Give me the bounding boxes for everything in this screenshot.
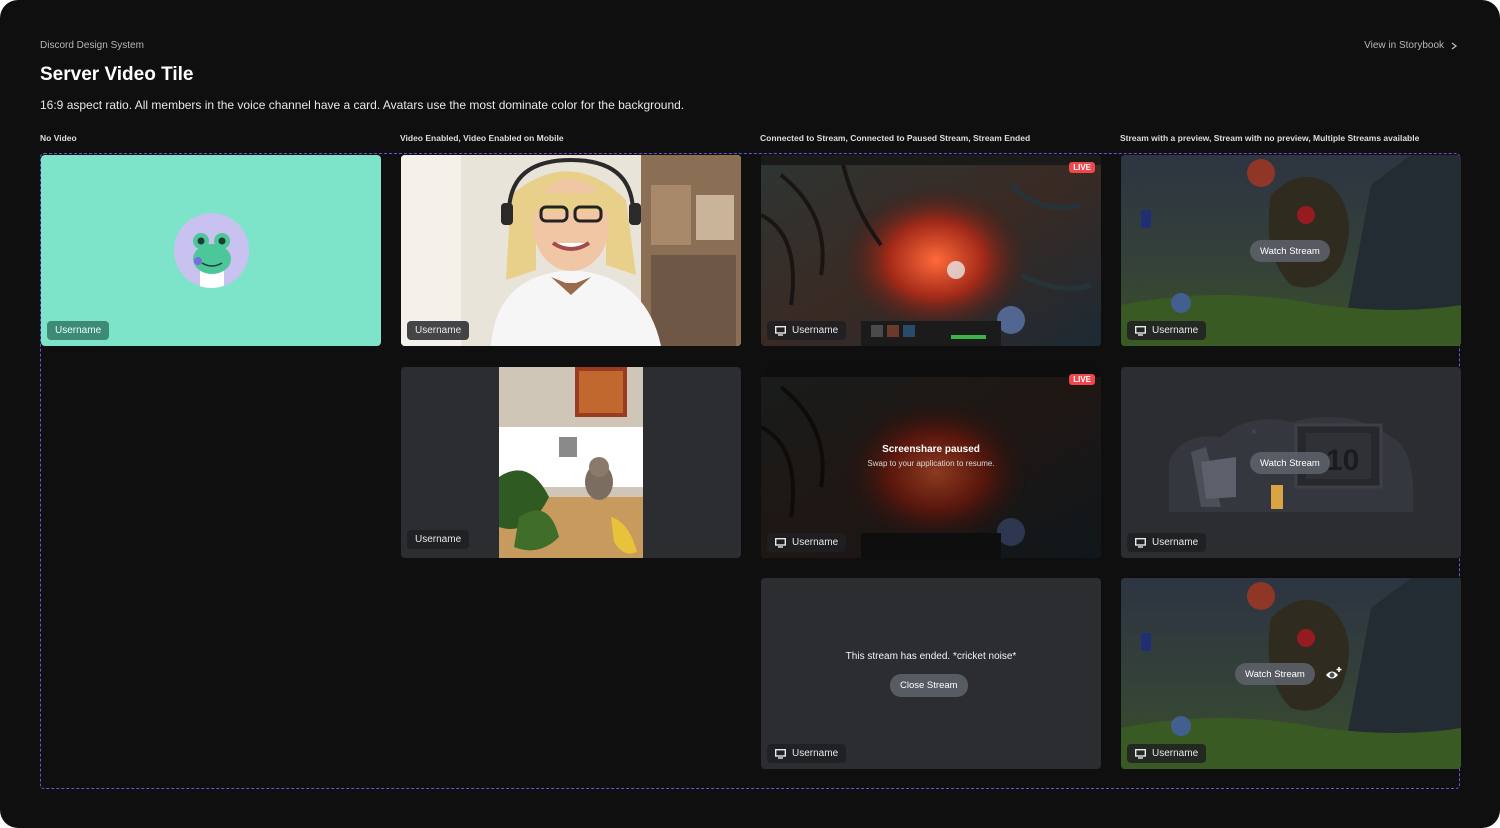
moba-stream-preview — [761, 155, 1101, 346]
tile-stream-paused[interactable]: LIVE Screenshare paused Swap to your app… — [761, 367, 1101, 558]
svg-text:10: 10 — [1326, 444, 1359, 477]
username-pill: Username — [1127, 533, 1207, 552]
username-label: Username — [792, 325, 839, 336]
tile-stream-connected[interactable]: LIVE Username — [761, 155, 1101, 346]
username-pill: Username — [1127, 321, 1207, 340]
monitor-icon — [1135, 748, 1146, 759]
storybook-link-label[interactable]: View in Storybook — [1364, 40, 1444, 51]
username-pill: Username — [767, 321, 847, 340]
system-label: Discord Design System — [40, 40, 144, 51]
webcam-video-image — [401, 155, 741, 346]
username-label: Username — [47, 321, 110, 340]
close-stream-button[interactable]: Close Stream — [890, 674, 968, 697]
username-pill: Username — [767, 533, 847, 552]
paused-subtitle: Swap to your application to resume. — [867, 459, 995, 468]
username-label: Username — [1152, 537, 1199, 548]
username-label: Username — [1152, 748, 1199, 759]
monitor-icon — [775, 537, 786, 548]
monitor-icon — [775, 748, 786, 759]
column-label-no-video: No Video — [40, 133, 77, 143]
tile-stream-preview[interactable]: Watch Stream Username — [1121, 155, 1461, 346]
tile-video-enabled[interactable]: Username — [401, 155, 741, 346]
monitor-icon — [1135, 325, 1146, 336]
watch-stream-button[interactable]: Watch Stream — [1250, 240, 1330, 262]
watch-stream-button[interactable]: Watch Stream — [1250, 452, 1330, 474]
page-description: 16:9 aspect ratio. All members in the vo… — [40, 98, 685, 112]
column-label-stream-preview: Stream with a preview, Stream with no pr… — [1120, 133, 1420, 143]
tile-stream-ended[interactable]: This stream has ended. *cricket noise* C… — [761, 578, 1101, 769]
username-label: Username — [1152, 325, 1199, 336]
storybook-link[interactable]: View in Storybook — [1364, 40, 1458, 51]
live-badge: LIVE — [1069, 374, 1095, 385]
paused-title: Screenshare paused — [882, 444, 980, 455]
tile-stream-no-preview[interactable]: 10 × Watch Stream Username — [1121, 367, 1461, 558]
username-label: Username — [407, 321, 470, 340]
username-pill: Username — [1127, 744, 1207, 763]
monitor-icon — [1135, 537, 1146, 548]
avatar — [174, 213, 249, 288]
tile-video-mobile[interactable]: Username — [401, 367, 741, 558]
live-badge: LIVE — [1069, 162, 1095, 173]
page-title: Server Video Tile — [40, 64, 194, 85]
username-label: Username — [792, 748, 839, 759]
eye-plus-icon[interactable] — [1324, 665, 1344, 683]
svg-text:×: × — [1251, 427, 1257, 438]
watch-stream-button[interactable]: Watch Stream — [1235, 663, 1315, 685]
tile-stream-multiple[interactable]: Watch Stream Username — [1121, 578, 1461, 769]
username-label: Username — [792, 537, 839, 548]
tile-no-video[interactable]: Username — [41, 155, 381, 346]
monitor-icon — [775, 325, 786, 336]
username-label: Username — [407, 530, 470, 549]
stream-ended-message: This stream has ended. *cricket noise* — [845, 651, 1017, 662]
username-pill: Username — [767, 744, 847, 763]
design-frame: Discord Design System View in Storybook … — [0, 0, 1500, 828]
column-label-video: Video Enabled, Video Enabled on Mobile — [400, 133, 564, 143]
mobile-video-image — [499, 367, 643, 558]
frog-avatar-icon — [193, 233, 231, 288]
column-label-stream: Connected to Stream, Connected to Paused… — [760, 133, 1031, 143]
chevron-right-icon — [1451, 41, 1458, 50]
